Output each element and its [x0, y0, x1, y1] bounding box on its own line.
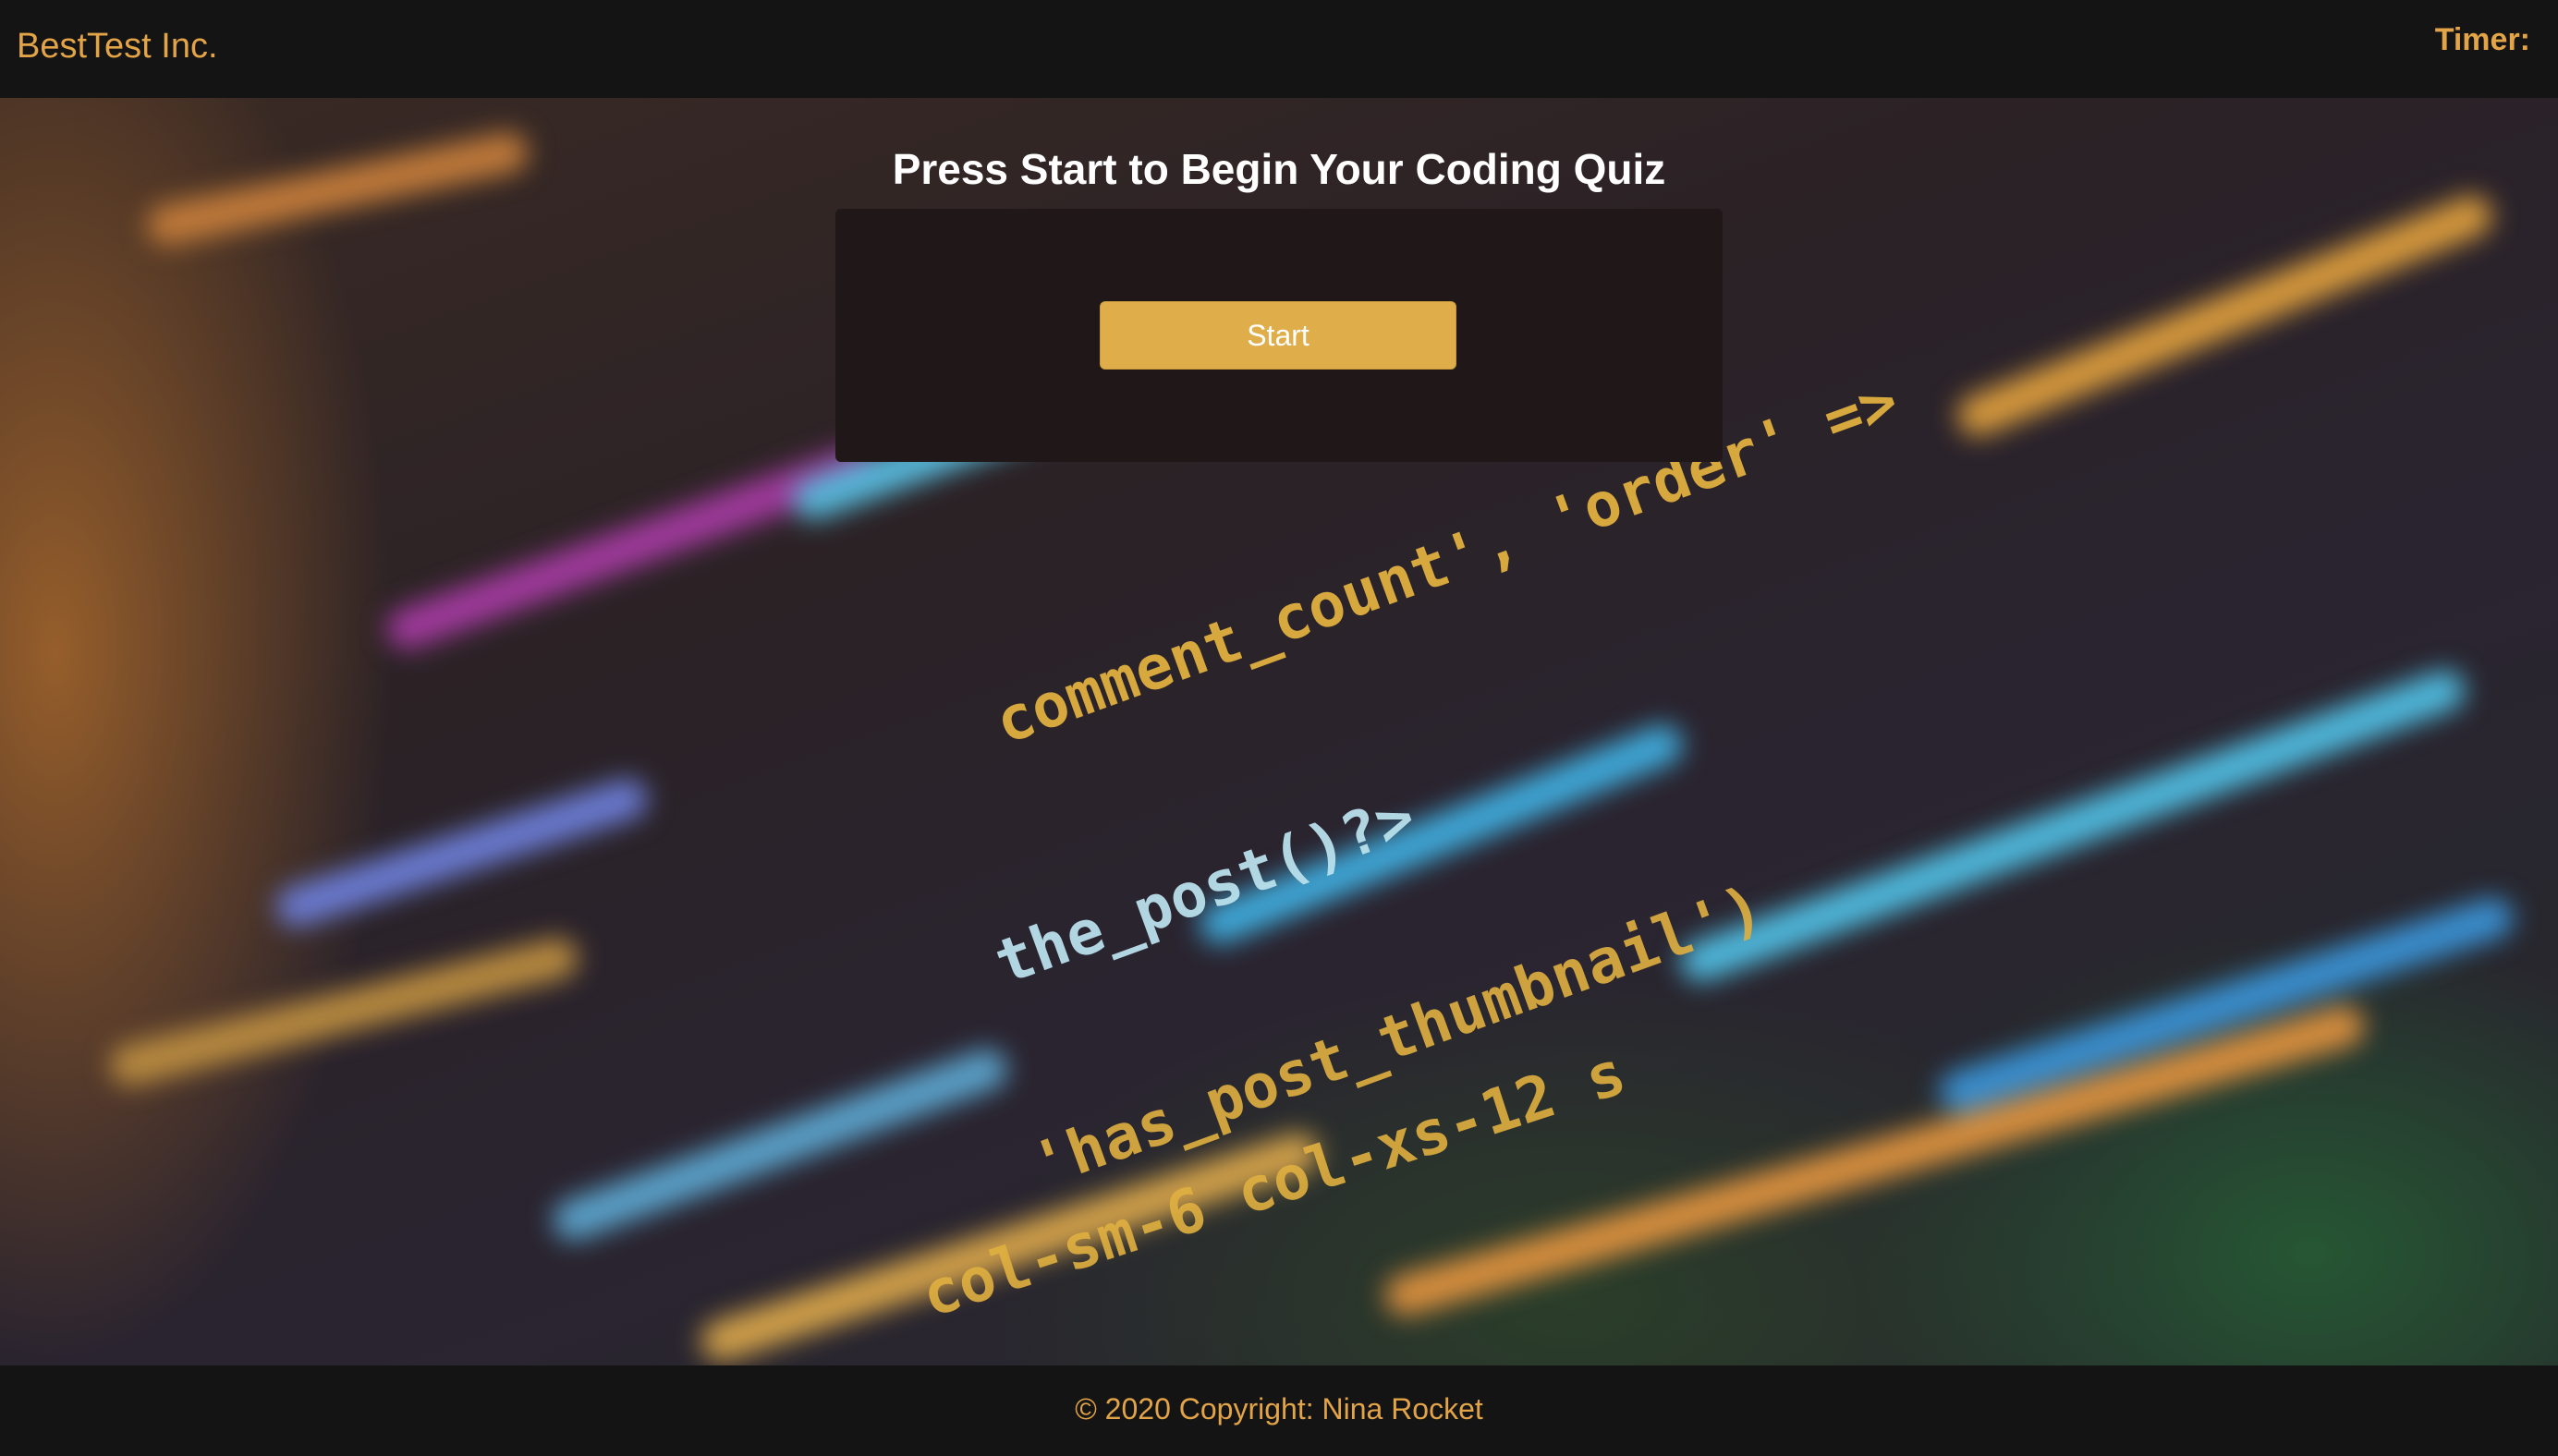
- brand-link[interactable]: BestTest Inc.: [17, 22, 218, 70]
- timer-label: Timer:: [2434, 22, 2530, 57]
- start-button[interactable]: Start: [1100, 301, 1456, 370]
- background-code-line: the_post()?>: [985, 781, 1425, 999]
- navbar: BestTest Inc. Timer:: [0, 0, 2558, 98]
- quiz-page: BestTest Inc. Timer: comment_count', 'or…: [0, 0, 2558, 1456]
- quiz-card: Start: [835, 209, 1723, 462]
- timer: Timer:: [2435, 18, 2540, 61]
- footer: © 2020 Copyright: Nina Rocket: [0, 1365, 2558, 1456]
- quiz-title: Press Start to Begin Your Coding Quiz: [892, 145, 1666, 193]
- copyright-text: © 2020 Copyright: Nina Rocket: [1075, 1392, 1483, 1426]
